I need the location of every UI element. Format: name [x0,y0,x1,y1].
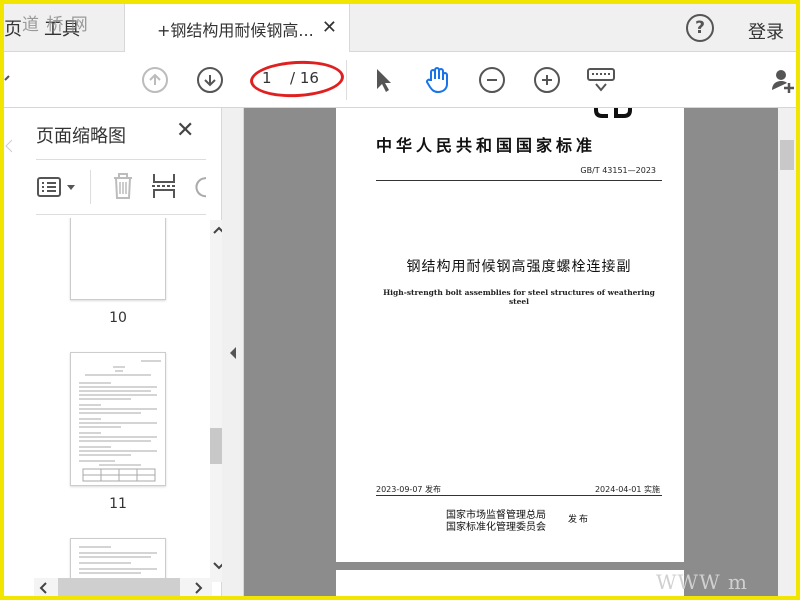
rotate-icon[interactable] [192,174,206,200]
scroll-right-icon[interactable] [194,582,204,597]
document-cn-title: 钢结构用耐候钢高强度螺栓连接副 [406,259,632,275]
panel-divider [36,159,206,160]
gb-logo [592,108,632,118]
extract-pages-icon[interactable] [150,170,178,202]
keyboard-icon[interactable] [586,65,616,95]
standard-code: GB/T 43151—2023 [580,166,656,175]
bottom-watermark: WWW m [656,570,748,594]
thumbnail-panel: 页面缩略图 ✕ 10 11 [14,108,228,596]
arrow-down-icon[interactable] [195,65,225,95]
help-icon[interactable]: ? [686,14,714,42]
zoom-in-icon[interactable] [532,65,562,95]
thumbnail-page-12[interactable] [70,538,166,578]
footer-rule [376,495,662,496]
document-page: 中华人民共和国国家标准 GB/T 43151—2023 钢结构用耐候钢高强度螺栓… [336,108,684,562]
implementation-date: 2024-04-01 实施 [594,485,660,494]
tab-document-label: +钢结构用耐候钢高... [157,20,314,40]
panel-close-icon[interactable]: ✕ [176,118,194,143]
watermark-text: 道 桥 网 [22,15,89,35]
tab-bar: 页 工具 道 桥 网 +钢结构用耐候钢高... ✕ ? 登录 [4,4,796,53]
header-rule [376,180,662,181]
panel-title: 页面缩略图 [36,126,126,147]
tab-document[interactable]: +钢结构用耐候钢高... ✕ [124,4,350,53]
thumbnail-page-10[interactable] [70,218,166,300]
thumbnail-hscrollbar[interactable] [34,578,212,596]
thumbnail-label: 11 [109,496,127,512]
tab-close-icon[interactable]: ✕ [322,17,337,38]
publication-date: 2023-09-07 发布 [376,485,442,494]
add-user-icon[interactable] [768,65,798,95]
panel-toolbar-divider [90,170,91,204]
toolbar-overflow-icon[interactable] [4,70,10,90]
issue-word: 发布 [568,515,591,525]
thumbnail-options-icon[interactable] [36,172,80,202]
standard-title: 中华人民共和国国家标准 [376,136,597,155]
document-view[interactable]: 中华人民共和国国家标准 GB/T 43151—2023 钢结构用耐候钢高强度螺栓… [244,108,778,596]
scroll-left-icon[interactable] [38,582,48,597]
login-button[interactable]: 登录 [748,18,784,44]
document-en-title: High-strength bolt assemblies for steel … [383,288,655,306]
issuer-line-2: 国家标准化管理委员会 [446,522,546,533]
arrow-up-icon[interactable] [140,65,170,95]
trash-icon[interactable] [110,170,136,202]
thumbnail-hscrollbar-thumb[interactable] [58,578,180,596]
panel-splitter[interactable] [222,108,244,596]
panel-divider-2 [36,214,206,215]
zoom-out-icon[interactable] [477,65,507,95]
thumbnail-label: 10 [109,310,127,326]
thumbnail-list: 10 11 [36,218,196,578]
left-tool-strip [4,108,14,596]
collapse-panel-icon[interactable] [228,346,238,364]
next-page [336,570,684,596]
hand-tool-icon[interactable] [422,65,452,95]
document-scrollbar-thumb[interactable] [780,140,794,170]
document-scrollbar[interactable] [778,108,796,596]
select-cursor-icon[interactable] [368,65,398,95]
thumbnail-page-11[interactable] [70,352,166,486]
toolbar-divider [346,60,347,100]
tab-home-label: 页 [4,19,22,40]
toolbar: 1 / 16 [4,52,796,108]
